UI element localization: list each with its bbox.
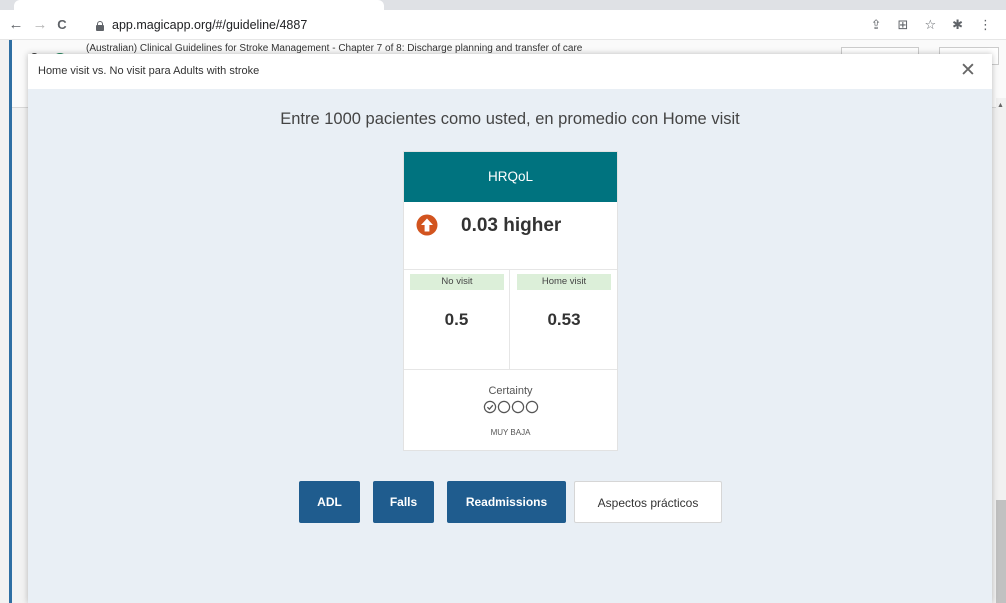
arrow-up-circle-icon [416,214,438,236]
toolbar-icons: ⇪ ⊞ ☆ ✱ ⋮ [871,15,992,35]
headline: Entre 1000 pacientes como usted, en prom… [280,110,740,128]
browser-toolbar: ← → C app.magicapp.org/#/guideline/4887 … [0,10,1006,40]
reload-button[interactable]: C [52,15,72,35]
back-button[interactable]: ← [6,15,26,35]
certainty-section: Certainty MUY BAJA [404,370,617,450]
intervention-column: Home visit 0.53 [511,270,617,370]
intervention-label: Home visit [517,274,611,290]
intervention-value: 0.53 [547,310,581,329]
certainty-grade: MUY BAJA [490,428,531,437]
tab-falls[interactable]: Falls [373,481,434,523]
tab-strip [0,0,1006,10]
tab-readmissions[interactable]: Readmissions [447,481,566,523]
comparison-modal: Home visit vs. No visit para Adults with… [28,54,992,603]
page-title: (Australian) Clinical Guidelines for Str… [86,43,583,54]
effect-section: 0.03 higher [404,202,617,270]
outcome-card: HRQoL 0.03 higher No visit 0.5 Home visi… [403,151,618,451]
address-bar[interactable]: app.magicapp.org/#/guideline/4887 [95,15,835,36]
certainty-dot-2 [497,400,511,414]
certainty-rating-icon [483,400,539,414]
modal-title: Home visit vs. No visit para Adults with… [38,65,260,77]
comparator-label: No visit [410,274,504,290]
tab-aspectos-practicos[interactable]: Aspectos prácticos [574,481,722,523]
certainty-check-icon [486,404,494,411]
install-icon[interactable]: ⇪ [871,15,882,35]
effect-value: 0.03 higher [461,215,562,236]
forward-button[interactable]: → [30,15,50,35]
certainty-label: Certainty [488,385,533,397]
page-left-accent [9,40,12,603]
extensions-icon[interactable]: ✱ [952,15,963,35]
scrollbar-thumb[interactable] [996,500,1006,603]
outcome-title: HRQoL [404,152,617,202]
comparator-value: 0.5 [444,310,469,329]
menu-icon[interactable]: ⋮ [979,15,992,35]
lock-icon [95,21,104,31]
comparator-column: No visit 0.5 [404,270,510,370]
comparison-values: No visit 0.5 Home visit 0.53 [404,270,617,370]
star-icon[interactable]: ☆ [924,15,936,35]
close-icon[interactable]: ✕ [958,61,978,81]
scroll-up-icon[interactable]: ▲ [997,102,1004,109]
modal-header: Home visit vs. No visit para Adults with… [28,54,992,89]
url-text: app.magicapp.org/#/guideline/4887 [112,18,308,32]
certainty-dot-4 [525,400,539,414]
active-tab[interactable] [14,0,384,10]
certainty-dot-3 [511,400,525,414]
certainty-dot-1 [483,400,497,414]
translate-icon[interactable]: ⊞ [898,15,909,35]
tab-adl[interactable]: ADL [299,481,360,523]
